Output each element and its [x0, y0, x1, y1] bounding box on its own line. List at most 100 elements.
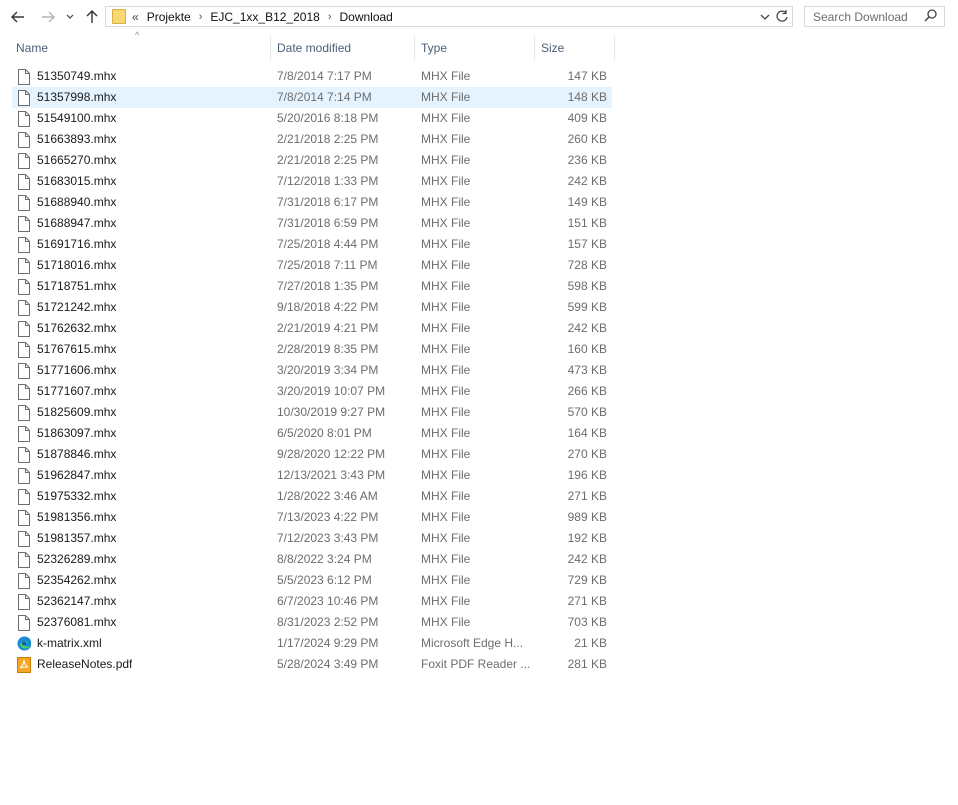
file-name[interactable]: 51771607.mhx [37, 381, 116, 402]
file-name[interactable]: 51663893.mhx [37, 129, 116, 150]
file-row[interactable]: 51981356.mhx 7/13/2023 4:22 PM MHX File 989… [12, 507, 612, 528]
file-name[interactable]: 51981356.mhx [37, 507, 116, 528]
search-input[interactable]: Search Download [804, 6, 945, 27]
file-name[interactable]: 52376081.mhx [37, 612, 116, 633]
file-row[interactable]: k-matrix.xml 1/17/2024 9:29 PM Microsoft E… [12, 633, 612, 654]
file-row[interactable]: 52354262.mhx 5/5/2023 6:12 PM MHX File 729 … [12, 570, 612, 591]
generic-file-icon [17, 405, 31, 421]
file-type: MHX File [421, 531, 471, 545]
breadcrumb-projekte[interactable]: Projekte [147, 10, 191, 24]
file-date-modified: 7/27/2018 1:35 PM [277, 279, 379, 293]
column-divider[interactable] [614, 36, 615, 60]
recent-locations-button[interactable] [64, 6, 76, 28]
file-row[interactable]: 51683015.mhx 7/12/2018 1:33 PM MHX File 242… [12, 171, 612, 192]
file-row[interactable]: 51357998.mhx 7/8/2014 7:14 PM MHX File 148 … [12, 87, 612, 108]
file-type: MHX File [421, 468, 471, 482]
file-size: 598 KB [567, 279, 607, 293]
file-name[interactable]: 51975332.mhx [37, 486, 116, 507]
file-row[interactable]: ReleaseNotes.pdf 5/28/2024 3:49 PM Foxit P… [12, 654, 612, 675]
file-size: 260 KB [567, 132, 607, 146]
file-name[interactable]: 51962847.mhx [37, 465, 116, 486]
file-row[interactable]: 51878846.mhx 9/28/2020 12:22 PM MHX File 27… [12, 444, 612, 465]
file-name[interactable]: 51878846.mhx [37, 444, 116, 465]
back-button[interactable] [8, 6, 28, 28]
file-name[interactable]: 51718016.mhx [37, 255, 116, 276]
address-history-chevron-icon[interactable] [760, 10, 770, 24]
file-name[interactable]: k-matrix.xml [37, 633, 102, 654]
chevron-down-icon [66, 14, 74, 19]
file-name[interactable]: 51825609.mhx [37, 402, 116, 423]
file-date-modified: 8/8/2022 3:24 PM [277, 552, 372, 566]
file-row[interactable]: 51691716.mhx 7/25/2018 4:44 PM MHX File 157… [12, 234, 612, 255]
file-name[interactable]: 52354262.mhx [37, 570, 116, 591]
file-row[interactable]: 51771607.mhx 3/20/2019 10:07 PM MHX File 26… [12, 381, 612, 402]
file-name[interactable]: 51863097.mhx [37, 423, 116, 444]
file-row[interactable]: 51863097.mhx 6/5/2020 8:01 PM MHX File 164 … [12, 423, 612, 444]
refresh-icon[interactable] [775, 9, 789, 26]
file-name[interactable]: 51665270.mhx [37, 150, 116, 171]
file-row[interactable]: 51981357.mhx 7/12/2023 3:43 PM MHX File 192… [12, 528, 612, 549]
file-row[interactable]: 51549100.mhx 5/20/2016 8:18 PM MHX File 409… [12, 108, 612, 129]
generic-file-icon [17, 216, 31, 232]
file-row[interactable]: 51767615.mhx 2/28/2019 8:35 PM MHX File 160… [12, 339, 612, 360]
file-name[interactable]: 51981357.mhx [37, 528, 116, 549]
generic-file-icon [17, 531, 31, 547]
column-date-modified[interactable]: Date modified [277, 36, 351, 60]
file-row[interactable]: 51825609.mhx 10/30/2019 9:27 PM MHX File 57… [12, 402, 612, 423]
file-name[interactable]: 51549100.mhx [37, 108, 116, 129]
column-divider[interactable] [534, 36, 535, 60]
file-name[interactable]: 52326289.mhx [37, 549, 116, 570]
file-name[interactable]: 51767615.mhx [37, 339, 116, 360]
search-icon[interactable] [924, 8, 938, 27]
file-name[interactable]: ReleaseNotes.pdf [37, 654, 132, 675]
column-divider[interactable] [414, 36, 415, 60]
file-row[interactable]: 52362147.mhx 6/7/2023 10:46 PM MHX File 271… [12, 591, 612, 612]
file-name[interactable]: 51718751.mhx [37, 276, 116, 297]
file-row[interactable]: 51962847.mhx 12/13/2021 3:43 PM MHX File 19… [12, 465, 612, 486]
file-size: 242 KB [567, 321, 607, 335]
file-row[interactable]: 51721242.mhx 9/18/2018 4:22 PM MHX File 599… [12, 297, 612, 318]
file-row[interactable]: 51762632.mhx 2/21/2019 4:21 PM MHX File 242… [12, 318, 612, 339]
file-row[interactable]: 51975332.mhx 1/28/2022 3:46 AM MHX File 271… [12, 486, 612, 507]
file-name[interactable]: 51721242.mhx [37, 297, 116, 318]
file-row[interactable]: 51771606.mhx 3/20/2019 3:34 PM MHX File 473… [12, 360, 612, 381]
address-bar[interactable]: « Projekte › EJC_1xx_B12_2018 › Download [105, 6, 793, 27]
file-name[interactable]: 51762632.mhx [37, 318, 116, 339]
file-name[interactable]: 51357998.mhx [37, 87, 116, 108]
file-name[interactable]: 51691716.mhx [37, 234, 116, 255]
column-size[interactable]: Size [541, 36, 564, 60]
file-row[interactable]: 51350749.mhx 7/8/2014 7:17 PM MHX File 147 … [12, 66, 612, 87]
file-row[interactable]: 52326289.mhx 8/8/2022 3:24 PM MHX File 242 … [12, 549, 612, 570]
column-type[interactable]: Type [421, 36, 447, 60]
file-row[interactable]: 51688940.mhx 7/31/2018 6:17 PM MHX File 149… [12, 192, 612, 213]
file-row[interactable]: 51688947.mhx 7/31/2018 6:59 PM MHX File 151… [12, 213, 612, 234]
forward-button[interactable] [38, 6, 58, 28]
file-row[interactable]: 51663893.mhx 2/21/2018 2:25 PM MHX File 260… [12, 129, 612, 150]
breadcrumb-separator-icon[interactable]: › [199, 11, 203, 23]
file-name[interactable]: 51350749.mhx [37, 66, 116, 87]
generic-file-icon [17, 489, 31, 505]
column-divider[interactable] [270, 36, 271, 60]
breadcrumb-download[interactable]: Download [339, 10, 392, 24]
file-size: 570 KB [567, 405, 607, 419]
file-row[interactable]: 51718751.mhx 7/27/2018 1:35 PM MHX File 598… [12, 276, 612, 297]
file-type: Foxit PDF Reader ... [421, 657, 531, 671]
up-button[interactable] [84, 6, 100, 28]
column-name[interactable]: Name [16, 36, 48, 60]
file-row[interactable]: 51665270.mhx 2/21/2018 2:25 PM MHX File 236… [12, 150, 612, 171]
file-type: MHX File [421, 111, 471, 125]
breadcrumb-overflow[interactable]: « [132, 10, 139, 24]
file-row[interactable]: 51718016.mhx 7/25/2018 7:11 PM MHX File 728… [12, 255, 612, 276]
file-name[interactable]: 51688940.mhx [37, 192, 116, 213]
file-row[interactable]: 52376081.mhx 8/31/2023 2:52 PM MHX File 703… [12, 612, 612, 633]
breadcrumb-ejc[interactable]: EJC_1xx_B12_2018 [210, 10, 319, 24]
generic-file-icon [17, 510, 31, 526]
file-name[interactable]: 52362147.mhx [37, 591, 116, 612]
file-date-modified: 6/7/2023 10:46 PM [277, 594, 379, 608]
breadcrumb-separator-icon[interactable]: › [328, 11, 332, 23]
file-name[interactable]: 51683015.mhx [37, 171, 116, 192]
file-type: MHX File [421, 153, 471, 167]
file-name[interactable]: 51771606.mhx [37, 360, 116, 381]
file-type: MHX File [421, 426, 471, 440]
file-name[interactable]: 51688947.mhx [37, 213, 116, 234]
